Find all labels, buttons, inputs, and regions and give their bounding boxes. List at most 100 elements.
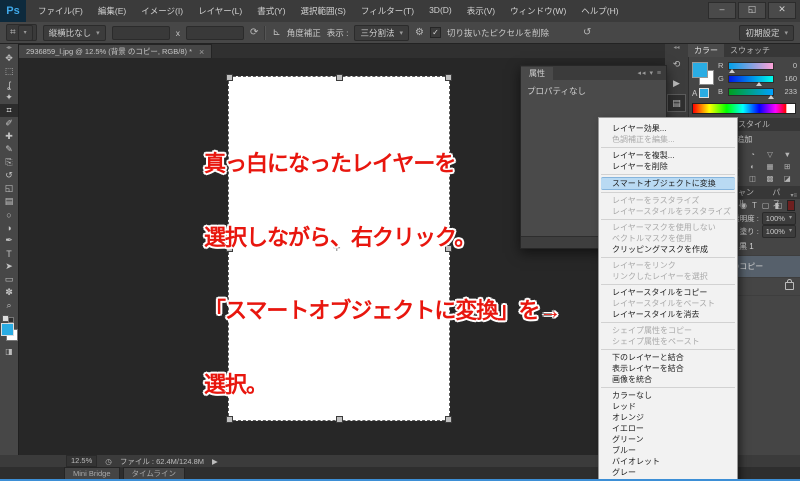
context-menu-item[interactable]: クリッピングマスクを作成 — [599, 244, 737, 255]
move-tool[interactable]: ✥ — [0, 52, 18, 65]
panel-tab[interactable]: パス — [766, 186, 790, 208]
slider-track[interactable] — [728, 61, 774, 73]
menu-bar-item[interactable]: ファイル(F) — [36, 3, 85, 19]
menu-bar-item[interactable]: ヘルプ(H) — [579, 3, 620, 19]
adjustment-icon[interactable]: ◔ — [744, 149, 761, 160]
context-menu-item[interactable] — [599, 347, 737, 352]
properties-tab[interactable]: 属性 — [521, 67, 553, 80]
adjustment-icon[interactable]: ▦ — [761, 161, 778, 172]
eraser-tool[interactable]: ◱ — [0, 182, 18, 195]
properties-panel-icon[interactable]: ▤ — [667, 94, 686, 112]
crop-handle[interactable] — [445, 74, 452, 81]
actions-panel-icon[interactable]: ▶ — [668, 75, 685, 91]
restore-button[interactable]: ◱ — [738, 2, 766, 19]
context-menu-item[interactable]: グリーン — [599, 434, 737, 445]
gradient-tool[interactable]: ▤ — [0, 195, 18, 208]
context-menu-item[interactable] — [599, 255, 737, 260]
brush-tool[interactable]: ✎ — [0, 143, 18, 156]
context-menu-item[interactable] — [599, 282, 737, 287]
context-menu-item[interactable] — [599, 217, 737, 222]
color-spectrum-bar[interactable] — [692, 103, 796, 114]
menu-bar-item[interactable]: イメージ(I) — [139, 3, 185, 19]
slider-handle[interactable] — [729, 68, 735, 73]
quick-select-tool[interactable]: ✦ — [0, 91, 18, 104]
context-menu-item[interactable]: ブルー — [599, 445, 737, 456]
context-menu-item[interactable] — [599, 190, 737, 195]
context-menu-item[interactable] — [599, 320, 737, 325]
layer-filter-icon[interactable]: ◧ — [774, 201, 782, 210]
hand-tool[interactable]: ✽ — [0, 286, 18, 299]
adjustment-icon[interactable]: ◪ — [779, 173, 796, 184]
overlay-dropdown[interactable]: 三分割法 ▾ — [354, 24, 409, 41]
menu-bar-item[interactable]: 選択範囲(S) — [299, 3, 348, 19]
clone-stamp-tool[interactable]: ⎘ — [0, 156, 18, 169]
crop-handle[interactable] — [226, 74, 233, 81]
menu-bar-item[interactable]: レイヤー(L) — [196, 3, 244, 19]
reset-icon[interactable]: ↺ — [583, 27, 591, 38]
slider-handle[interactable] — [755, 81, 762, 86]
context-menu-item[interactable]: レイヤースタイルをラスタライズ — [599, 206, 737, 217]
workspace-switcher[interactable]: 初期設定 ▾ — [739, 24, 794, 41]
slider-handle[interactable] — [768, 94, 775, 99]
context-menu-item[interactable]: レイヤーをリンク — [599, 260, 737, 271]
fill-dropdown[interactable]: 100% ▾ — [761, 225, 796, 238]
mini-bridge-button[interactable]: Mini Bridge — [64, 467, 120, 479]
crop-handle[interactable] — [336, 74, 343, 81]
straighten-icon[interactable]: ⊾ — [272, 27, 280, 38]
context-menu-item[interactable]: ベクトルマスクを使用 — [599, 233, 737, 244]
context-menu-item[interactable]: スマートオブジェクトに変換 — [601, 177, 735, 190]
context-menu-item[interactable]: 画像を統合 — [599, 374, 737, 385]
adjustment-icon[interactable]: ▼ — [779, 149, 796, 160]
context-menu-item[interactable]: レイヤースタイルを消去 — [599, 309, 737, 320]
dodge-tool[interactable]: ◑ — [0, 221, 18, 234]
context-menu-item[interactable]: カラーなし — [599, 390, 737, 401]
context-menu-item[interactable]: レッド — [599, 401, 737, 412]
delete-cropped-pixels-checkbox[interactable]: ✓ — [429, 27, 441, 38]
opacity-dropdown[interactable]: 100% ▾ — [761, 212, 796, 225]
context-menu-item[interactable]: 色調補正を編集... — [599, 134, 737, 145]
lasso-tool[interactable]: ʆ — [0, 78, 18, 91]
context-menu-item[interactable]: レイヤー効果... — [599, 123, 737, 134]
layer-filter-icon[interactable]: ▢ — [762, 201, 770, 210]
zoom-tool[interactable]: ⌕ — [0, 299, 18, 312]
healing-brush-tool[interactable]: ✚ — [0, 130, 18, 143]
minimize-button[interactable]: – — [708, 2, 736, 19]
type-tool[interactable]: T — [0, 247, 18, 260]
context-menu-item[interactable]: グレー — [599, 467, 737, 478]
layer-filter-icon[interactable]: ◉ — [740, 201, 747, 210]
slider-track[interactable] — [728, 87, 775, 99]
adjustment-icon[interactable]: ◫ — [744, 173, 761, 184]
history-panel-icon[interactable]: ⟲ — [668, 56, 685, 72]
context-menu-item[interactable]: レイヤースタイルをペースト — [599, 298, 737, 309]
path-select-tool[interactable]: ➤ — [0, 260, 18, 273]
context-menu-item[interactable] — [599, 172, 737, 177]
toolbar-collapse-icon[interactable]: ◂▸ — [0, 44, 18, 52]
menu-bar-item[interactable]: 書式(Y) — [255, 3, 287, 19]
context-menu-item[interactable]: シェイプ属性をペースト — [599, 336, 737, 347]
gear-icon[interactable]: ⚙ — [415, 27, 424, 38]
adjustment-icon[interactable]: ◐ — [744, 161, 761, 172]
filter-toggle-chip[interactable] — [787, 200, 795, 211]
context-menu-item[interactable]: バイオレット — [599, 456, 737, 467]
marquee-tool[interactable]: ⬚ — [0, 65, 18, 78]
collapse-icon[interactable]: ◂◂ — [637, 70, 646, 77]
context-menu-item[interactable]: 表示レイヤーを結合 — [599, 363, 737, 374]
menu-bar-item[interactable]: ウィンドウ(W) — [508, 3, 568, 19]
menu-bar-item[interactable]: 表示(V) — [465, 3, 497, 19]
menu-bar-item[interactable]: 3D(D) — [427, 3, 454, 19]
strip-collapse-icon[interactable]: ◂◂ — [665, 44, 688, 53]
context-menu-item[interactable]: リンクしたレイヤーを選択 — [599, 271, 737, 282]
menu-bar-item[interactable]: フィルター(T) — [359, 3, 416, 19]
aspect-ratio-dropdown[interactable]: 縦横比なし ▾ — [42, 24, 106, 41]
context-menu-item[interactable]: レイヤーマスクを使用しない — [599, 222, 737, 233]
status-expand-icon[interactable]: ▶ — [212, 457, 218, 466]
gamut-color-chip[interactable] — [699, 88, 710, 98]
shape-tool[interactable]: ▭ — [0, 273, 18, 286]
history-brush-tool[interactable]: ↺ — [0, 169, 18, 182]
close-button[interactable]: ✕ — [768, 2, 796, 19]
blur-tool[interactable]: ○ — [0, 208, 18, 221]
panel-tab[interactable]: スタイル — [732, 118, 776, 131]
close-icon[interactable]: × — [199, 47, 204, 57]
eyedropper-tool[interactable]: ✐ — [0, 117, 18, 130]
document-tab[interactable]: 2936859_l.jpg @ 12.5% (背景 のコピー, RGB/8) *… — [18, 44, 213, 58]
